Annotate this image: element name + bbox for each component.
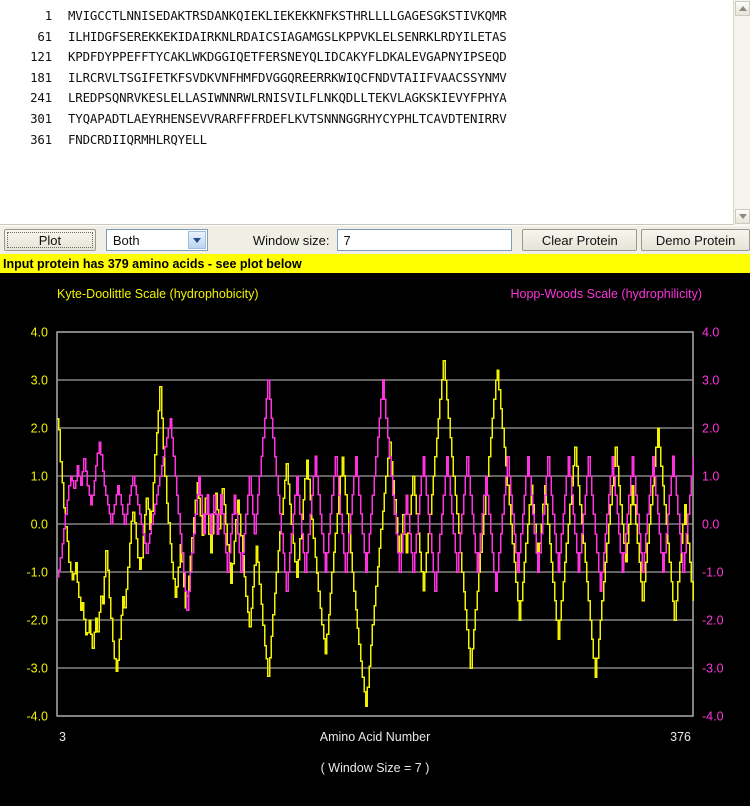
sequence-row: 61 ILHIDGFSEREKKEKIDAIRKNLRDAICSIAGAMGSLK…: [0, 27, 726, 48]
sequence-row: 181 ILRCRVLTSGIFETKFSVDKVNFHMFDVGGQREERRK…: [0, 68, 726, 89]
hydropathy-plot: Kyte-Doolittle Scale (hydrophobicity) Ho…: [0, 273, 750, 806]
y-axis-tick-right: -4.0: [702, 710, 724, 724]
protein-sequence-textarea[interactable]: 1 MVIGCCTLNNISEDAKTRSDANKQIEKLIEKEKKNFKST…: [0, 0, 750, 225]
sequence-line-number: 61: [37, 28, 52, 44]
sequence-line-number: 241: [30, 90, 52, 106]
window-size-label: Window size:: [252, 232, 330, 248]
x-axis-label: Amino Acid Number: [320, 730, 430, 744]
scale-select-value: Both: [112, 232, 140, 248]
y-axis-tick-right: -1.0: [702, 566, 724, 580]
series-line: [57, 378, 694, 612]
sequence-row: 121 KPDFDYPPEFFTYCAKLWKDGGIQETFERSNEYQLID…: [0, 47, 726, 68]
sequence-line-number: 1: [44, 8, 52, 23]
y-axis-tick-right: 2.0: [702, 422, 719, 436]
clear-protein-button[interactable]: Clear Protein: [522, 229, 638, 251]
sequence-row: 241 LREDPSQNRVKESLELLASIWNNRWLRNISVILFLNK…: [0, 88, 726, 109]
sequence-line-number: 181: [30, 69, 52, 85]
sequence-line-number: 301: [30, 110, 52, 126]
sequence-row: 1 MVIGCCTLNNISEDAKTRSDANKQIEKLIEKEKKNFKST…: [0, 6, 726, 27]
sequence-residues: ILRCRVLTSGIFETKFSVDKVNFHMFDVGGQREERRKWIQ…: [68, 69, 507, 85]
y-axis-tick-left: -2.0: [26, 614, 48, 628]
y-axis-tick-left: 1.0: [31, 470, 48, 484]
sequence-residues: MVIGCCTLNNISEDAKTRSDANKQIEKLIEKEKKNFKSTH…: [68, 8, 507, 23]
y-axis-tick-left: -1.0: [26, 566, 48, 580]
demo-protein-button[interactable]: Demo Protein: [641, 229, 750, 251]
plot-button[interactable]: Plot: [4, 229, 96, 251]
sequence-residues: TYQAPADTLAEYRHENSEVVRARFFFRDEFLKVTSNNNGG…: [68, 110, 507, 126]
sequence-line-number: 361: [30, 131, 52, 147]
y-axis-tick-right: -2.0: [702, 614, 724, 628]
status-bar: Input protein has 379 amino acids - see …: [0, 254, 750, 273]
sequence-row: 301 TYQAPADTLAEYRHENSEVVRARFFFRDEFLKVTSNN…: [0, 109, 726, 130]
scroll-up-arrow-icon[interactable]: [735, 1, 750, 16]
y-axis-tick-left: -3.0: [26, 662, 48, 676]
plot-canvas: 4.0 4.0 3.0 3.0 2.0 2.0 1.0 1.0 0.0 0.0 -1.0 -1.0 -2…: [26, 326, 724, 776]
scroll-down-arrow-icon[interactable]: [735, 209, 750, 224]
y-axis-tick-right: 3.0: [702, 374, 719, 388]
y-axis-tick-right: 0.0: [702, 518, 719, 532]
scale-select[interactable]: Both: [105, 229, 208, 251]
window-size-caption: ( Window Size = 7 ): [321, 761, 430, 775]
sequence-lines: 1 MVIGCCTLNNISEDAKTRSDANKQIEKLIEKEKKNFKST…: [0, 6, 726, 150]
y-axis-tick-left: 0.0: [31, 518, 48, 532]
x-axis-min-label: 3: [59, 730, 66, 744]
y-axis-tick-left: 2.0: [31, 422, 48, 436]
sequence-residues: LREDPSQNRVKESLELLASIWNNRWLRNISVILFLNKQDL…: [68, 90, 507, 106]
sequence-residues: FNDCRDIIQRMHLRQYELL: [68, 131, 207, 147]
sequence-scrollbar[interactable]: [733, 0, 750, 225]
sequence-row: 361 FNDCRDIIQRMHLRQYELL: [0, 130, 726, 151]
y-axis-tick-left: 4.0: [31, 326, 48, 340]
chevron-down-icon[interactable]: [187, 231, 206, 249]
sequence-residues: KPDFDYPPEFFTYCAKLWKDGGIQETFERSNEYQLIDCAK…: [68, 49, 507, 65]
y-axis-tick-left: 3.0: [31, 374, 48, 388]
y-axis-tick-right: -3.0: [702, 662, 724, 676]
y-axis-tick-right: 1.0: [702, 470, 719, 484]
toolbar: Plot Both Window size: Clear Protein Dem…: [0, 226, 750, 254]
sequence-residues: ILHIDGFSEREKKEKIDAIRKNLRDAICSIAGAMGSLKPP…: [68, 28, 507, 44]
window-size-input[interactable]: [337, 229, 513, 251]
x-axis-max-label: 376: [670, 730, 691, 744]
y-axis-tick-right: 4.0: [702, 326, 719, 340]
y-axis-tick-left: -4.0: [26, 710, 48, 724]
sequence-line-number: 121: [30, 49, 52, 65]
series-line: [57, 360, 694, 708]
